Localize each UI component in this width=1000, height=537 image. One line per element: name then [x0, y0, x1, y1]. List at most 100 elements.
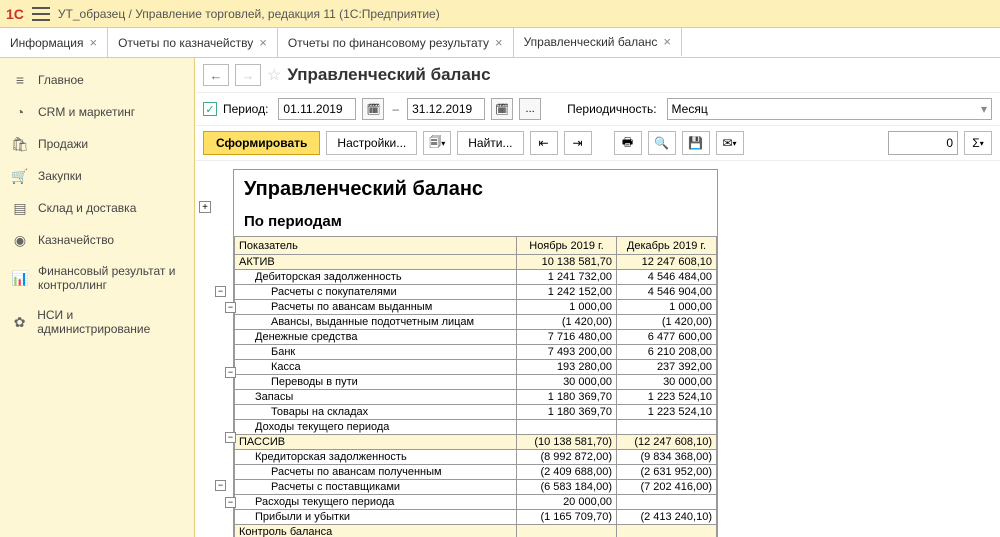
close-icon[interactable]: ×	[495, 35, 503, 50]
tab-1[interactable]: Отчеты по казначейству×	[108, 28, 278, 57]
print-button[interactable]: 🖶	[614, 131, 642, 155]
table-header-row: Показатель Ноябрь 2019 г. Декабрь 2019 г…	[235, 237, 717, 255]
table-row[interactable]: Денежные средства7 716 480,006 477 600,0…	[235, 330, 717, 345]
close-icon[interactable]: ×	[663, 34, 671, 49]
page-title: Управленческий баланс	[287, 65, 490, 85]
logo-1c: 1C	[6, 6, 24, 22]
crm-icon: ◔	[12, 104, 28, 120]
row-label: Банк	[235, 345, 517, 360]
row-value-1: 1 000,00	[517, 300, 617, 315]
row-value-1: 7 493 200,00	[517, 345, 617, 360]
row-value-2: 1 000,00	[617, 300, 717, 315]
sum-button[interactable]: Σ▾	[964, 131, 992, 155]
tree-toggle[interactable]: −	[225, 497, 236, 508]
expand-groups-button[interactable]: ⇥	[564, 131, 592, 155]
table-row[interactable]: Расходы текущего периода20 000,00	[235, 495, 717, 510]
calendar-from-icon[interactable]: 🗓	[362, 98, 384, 120]
tree-toggle[interactable]: −	[215, 480, 226, 491]
home-icon: ≡	[12, 72, 28, 88]
close-icon[interactable]: ×	[259, 35, 267, 50]
table-row[interactable]: Авансы, выданные подотчетным лицам(1 420…	[235, 315, 717, 330]
toolbar: Сформировать Настройки... 🗐▾ Найти... ⇤ …	[195, 126, 1000, 161]
email-button[interactable]: ✉▾	[716, 131, 744, 155]
report-title: Управленческий баланс	[234, 170, 717, 203]
row-value-2: (12 247 608,10)	[617, 435, 717, 450]
row-value-1: 1 241 732,00	[517, 270, 617, 285]
row-value-1	[517, 420, 617, 435]
row-value-2	[617, 420, 717, 435]
table-row[interactable]: АКТИВ10 138 581,7012 247 608,10	[235, 255, 717, 270]
table-row[interactable]: Переводы в пути30 000,0030 000,00	[235, 375, 717, 390]
sidebar-item-sales[interactable]: 🛍Продажи	[0, 128, 194, 160]
row-value-1: 1 242 152,00	[517, 285, 617, 300]
period-select-button[interactable]: ...	[519, 98, 541, 120]
tree-toggle[interactable]: −	[215, 286, 226, 297]
table-row[interactable]: Запасы1 180 369,701 223 524,10	[235, 390, 717, 405]
col-indicator: Показатель	[235, 237, 517, 255]
row-label: Денежные средства	[235, 330, 517, 345]
tab-3[interactable]: Управленческий баланс×	[514, 28, 682, 57]
gear-icon: ✿	[12, 314, 27, 330]
periodicity-value: Месяц	[672, 102, 708, 116]
preview-button[interactable]: 🔍	[648, 131, 676, 155]
table-row[interactable]: Товары на складах1 180 369,701 223 524,1…	[235, 405, 717, 420]
sidebar-item-label: Казначейство	[38, 233, 114, 247]
period-from-input[interactable]	[278, 98, 356, 120]
collapse-groups-button[interactable]: ⇤	[530, 131, 558, 155]
row-label: Расходы текущего периода	[235, 495, 517, 510]
sidebar-item-label: Склад и доставка	[38, 201, 136, 215]
nav-back-button[interactable]: ←	[203, 64, 229, 86]
sidebar-item-chart[interactable]: 📊Финансовый результат и контроллинг	[0, 256, 194, 300]
table-row[interactable]: Касса193 280,00237 392,00	[235, 360, 717, 375]
row-label: Кредиторская задолженность	[235, 450, 517, 465]
expand-all-toggle[interactable]: +	[199, 201, 211, 213]
row-value-2: 12 247 608,10	[617, 255, 717, 270]
row-value-2: (7 202 416,00)	[617, 480, 717, 495]
table-row[interactable]: Расчеты по авансам полученным(2 409 688,…	[235, 465, 717, 480]
period-label: Период:	[223, 102, 272, 116]
sidebar-item-crm[interactable]: ◔CRM и маркетинг	[0, 96, 194, 128]
period-checkbox[interactable]: ✓	[203, 102, 217, 116]
tree-toggle[interactable]: −	[225, 432, 236, 443]
form-report-button[interactable]: Сформировать	[203, 131, 320, 155]
table-row[interactable]: Доходы текущего периода	[235, 420, 717, 435]
sidebar-item-label: Финансовый результат и контроллинг	[38, 264, 182, 292]
period-to-input[interactable]	[407, 98, 485, 120]
sidebar-item-stock[interactable]: ▤Склад и доставка	[0, 192, 194, 224]
periodicity-select[interactable]: Месяц ▾	[667, 98, 992, 120]
close-icon[interactable]: ×	[89, 35, 97, 50]
find-button[interactable]: Найти...	[457, 131, 523, 155]
table-row[interactable]: ПАССИВ(10 138 581,70)(12 247 608,10)	[235, 435, 717, 450]
main-menu-icon[interactable]	[32, 7, 50, 21]
table-row[interactable]: Прибыли и убытки(1 165 709,70)(2 413 240…	[235, 510, 717, 525]
tab-2[interactable]: Отчеты по финансовому результату×	[278, 28, 514, 57]
row-label: Расчеты с покупателями	[235, 285, 517, 300]
table-row[interactable]: Расчеты по авансам выданным1 000,001 000…	[235, 300, 717, 315]
counter-input[interactable]	[888, 131, 958, 155]
variants-button[interactable]: 🗐▾	[423, 131, 451, 155]
tab-0[interactable]: Информация×	[0, 28, 108, 57]
table-row[interactable]: Банк7 493 200,006 210 208,00	[235, 345, 717, 360]
row-label: Дебиторская задолженность	[235, 270, 517, 285]
sidebar-item-home[interactable]: ≡Главное	[0, 64, 194, 96]
favorite-star-icon[interactable]: ☆	[267, 65, 281, 85]
tree-toggle[interactable]: −	[225, 302, 236, 313]
table-row[interactable]: Дебиторская задолженность1 241 732,004 5…	[235, 270, 717, 285]
row-value-1: (10 138 581,70)	[517, 435, 617, 450]
table-row[interactable]: Кредиторская задолженность(8 992 872,00)…	[235, 450, 717, 465]
row-value-1: (6 583 184,00)	[517, 480, 617, 495]
nav-forward-button[interactable]: →	[235, 64, 261, 86]
sidebar: ≡Главное◔CRM и маркетинг🛍Продажи🛒Закупки…	[0, 58, 195, 537]
save-button[interactable]: 💾	[682, 131, 710, 155]
sidebar-item-cart[interactable]: 🛒Закупки	[0, 160, 194, 192]
sidebar-item-gear[interactable]: ✿НСИ и администрирование	[0, 300, 194, 344]
table-row[interactable]: Расчеты с покупателями1 242 152,004 546 …	[235, 285, 717, 300]
calendar-to-icon[interactable]: 🗓	[491, 98, 513, 120]
sidebar-item-money[interactable]: ◉Казначейство	[0, 224, 194, 256]
row-value-2: 6 210 208,00	[617, 345, 717, 360]
row-label: Переводы в пути	[235, 375, 517, 390]
tree-toggle[interactable]: −	[225, 367, 236, 378]
settings-button[interactable]: Настройки...	[326, 131, 417, 155]
table-row[interactable]: Расчеты с поставщиками(6 583 184,00)(7 2…	[235, 480, 717, 495]
row-label: Авансы, выданные подотчетным лицам	[235, 315, 517, 330]
